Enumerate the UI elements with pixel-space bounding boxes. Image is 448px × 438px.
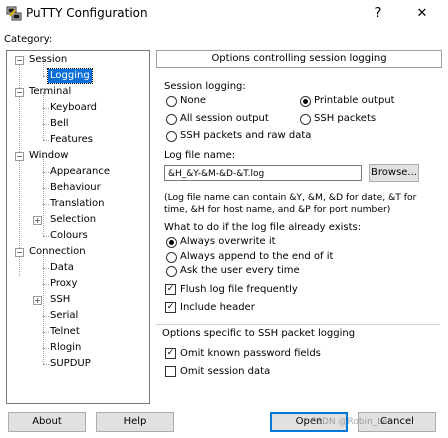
checkbox-include-header-label: Include header [180,302,255,313]
putty-app-icon [6,5,22,21]
log-file-name-label: Log file name: [164,150,236,161]
tree-item-window[interactable]: Window [27,149,70,163]
radio-always-append[interactable] [166,252,177,263]
radio-printable-output-label: Printable output [314,95,395,106]
tree-item-keyboard[interactable]: Keyboard [48,101,99,115]
checkbox-omit-passwords[interactable]: ✓ [165,348,176,359]
collapse-session-icon[interactable]: − [15,56,24,65]
tree-item-proxy[interactable]: Proxy [48,277,79,291]
panel-header: Options controlling session logging [156,50,442,68]
tree-item-selection[interactable]: Selection [48,213,98,227]
log-file-help-line-2: time, &H for host name, and &P for port … [164,204,391,215]
tree-item-supdup[interactable]: SUPDUP [48,357,93,371]
tree-item-rlogin[interactable]: Rlogin [48,341,83,355]
checkbox-omit-session-data[interactable] [165,366,176,377]
tree-item-bell[interactable]: Bell [48,117,71,131]
radio-ssh-packets[interactable] [300,114,311,125]
collapse-terminal-icon[interactable]: − [15,88,24,97]
group-separator [156,324,440,325]
tree-item-behaviour[interactable]: Behaviour [48,181,103,195]
radio-none-label: None [180,95,207,106]
collapse-window-icon[interactable]: − [15,152,24,161]
close-button[interactable]: ✕ [405,4,439,24]
log-file-help-line-1: (Log file name can contain &Y, &M, &D fo… [164,192,417,203]
tree-item-connection[interactable]: Connection [27,245,88,259]
checkbox-flush-log[interactable]: ✓ [165,284,176,295]
checkbox-omit-passwords-label: Omit known password fields [180,348,321,359]
tree-item-logging[interactable]: Logging [47,68,93,84]
checkbox-flush-log-label: Flush log file frequently [180,284,298,295]
radio-always-append-label: Always append to the end of it [180,251,334,262]
tree-item-serial[interactable]: Serial [48,309,80,323]
radio-none[interactable] [166,96,177,107]
checkbox-include-header[interactable]: ✓ [165,302,176,313]
tree-item-ssh[interactable]: SSH [48,293,72,307]
ssh-logging-section-label: Options specific to SSH packet logging [162,328,356,339]
radio-all-session-output-label: All session output [180,113,269,124]
title-bar: PuTTY Configuration ? ✕ [0,0,448,28]
window-title: PuTTY Configuration [26,6,148,20]
radio-always-overwrite[interactable] [166,237,177,248]
log-file-help-text: (Log file name can contain &Y, &M, &D fo… [164,192,440,216]
checkbox-omit-session-data-label: Omit session data [180,366,271,377]
category-label: Category: [4,34,53,45]
watermark-text: CSDN @Robin_Lee [310,417,394,427]
session-logging-label: Session logging: [164,81,246,92]
tree-item-data[interactable]: Data [48,261,76,275]
category-tree[interactable]: − Session Logging − Terminal Keyboard Be… [6,50,150,404]
radio-printable-output[interactable] [300,96,311,107]
title-help-button[interactable]: ? [364,4,392,24]
radio-all-session-output[interactable] [166,114,177,125]
tree-item-session[interactable]: Session [27,53,69,67]
collapse-connection-icon[interactable]: − [15,248,24,257]
expand-ssh-icon[interactable]: + [33,296,42,305]
about-button[interactable]: About [8,412,86,432]
file-exists-label: What to do if the log file already exist… [164,222,362,233]
browse-button[interactable]: Browse... [369,164,419,182]
tree-item-colours[interactable]: Colours [48,229,90,243]
radio-ssh-packets-label: SSH packets [314,113,377,124]
expand-selection-icon[interactable]: + [33,216,42,225]
tree-item-telnet[interactable]: Telnet [48,325,82,339]
radio-always-overwrite-label: Always overwrite it [180,236,276,247]
help-button[interactable]: Help [96,412,174,432]
tree-item-features[interactable]: Features [48,133,95,147]
log-file-name-input[interactable]: &H_&Y-&M-&D-&T.log [164,165,362,181]
tree-item-terminal[interactable]: Terminal [27,85,73,99]
radio-ask-user-label: Ask the user every time [180,265,300,276]
tree-item-translation[interactable]: Translation [48,197,107,211]
radio-ask-user[interactable] [166,266,177,277]
tree-item-appearance[interactable]: Appearance [48,165,112,179]
radio-ssh-raw-label: SSH packets and raw data [180,130,312,141]
radio-ssh-raw[interactable] [166,131,177,142]
